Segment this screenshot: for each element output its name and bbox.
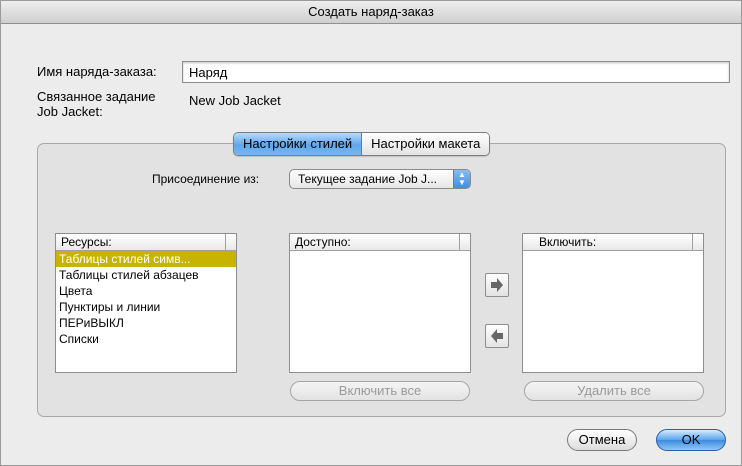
tab-bar: Настройки стилей Настройки макета (233, 132, 491, 156)
job-name-label: Имя наряда-заказа: (37, 64, 157, 79)
attach-from-popup[interactable]: Текущее задание Job J... ▲ ▼ (289, 169, 471, 189)
add-to-include-button[interactable] (485, 273, 509, 297)
include-header: Включить: (523, 234, 703, 251)
resources-header: Ресурсы: (56, 234, 236, 251)
column-divider (459, 234, 460, 250)
available-header: Доступно: (290, 234, 470, 251)
resource-item[interactable]: ПЕРиВЫКЛ (56, 315, 236, 331)
arrow-right-icon (491, 278, 503, 292)
available-list[interactable]: Доступно: (289, 233, 471, 373)
ok-button[interactable]: OK (656, 429, 726, 451)
tab-layout-settings[interactable]: Настройки макета (362, 133, 490, 155)
resource-item[interactable]: Списки (56, 331, 236, 347)
column-divider (225, 234, 226, 250)
resources-header-label: Ресурсы: (61, 235, 112, 249)
include-header-label: Включить: (539, 235, 597, 249)
column-divider (692, 234, 693, 250)
window-title: Создать наряд-заказ (1, 1, 741, 24)
linked-job-value: New Job Jacket (189, 93, 281, 108)
resources-list[interactable]: Ресурсы: Таблицы стилей симв... Таблицы … (55, 233, 237, 373)
arrow-left-icon (491, 329, 503, 343)
resource-item[interactable]: Цвета (56, 283, 236, 299)
resource-item[interactable]: Пунктиры и линии (56, 299, 236, 315)
cancel-button[interactable]: Отмена (567, 429, 637, 451)
attach-from-label: Присоединение из: (152, 172, 260, 186)
include-all-button[interactable]: Включить все (290, 381, 470, 401)
dialog-window: Создать наряд-заказ Имя наряда-заказа: С… (0, 0, 742, 466)
remove-from-include-button[interactable] (485, 324, 509, 348)
linked-job-label-line1: Связанное задание (37, 89, 156, 104)
resource-item[interactable]: Таблицы стилей симв... (56, 251, 236, 267)
job-name-input[interactable] (182, 61, 730, 83)
available-header-label: Доступно: (295, 235, 351, 249)
linked-job-label: Связанное задание Job Jacket: (37, 89, 156, 119)
linked-job-label-line2: Job Jacket: (37, 104, 103, 119)
updown-arrows-icon: ▲ ▼ (453, 170, 470, 188)
include-list[interactable]: Включить: (522, 233, 704, 373)
resource-item[interactable]: Таблицы стилей абзацев (56, 267, 236, 283)
tab-style-settings[interactable]: Настройки стилей (234, 133, 363, 155)
attach-from-value: Текущее задание Job J... (298, 172, 438, 186)
remove-all-button[interactable]: Удалить все (524, 381, 704, 401)
